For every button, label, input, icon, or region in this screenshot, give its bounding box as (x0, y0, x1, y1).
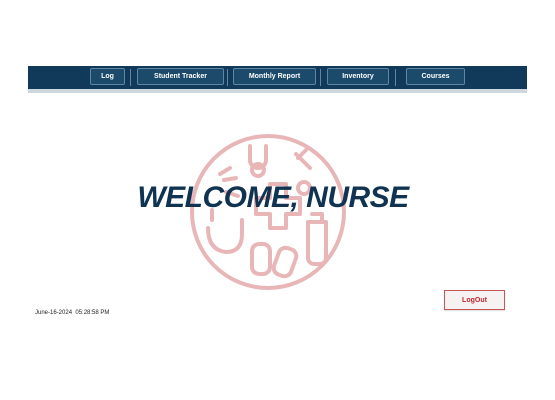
nav-monthly-report-button[interactable]: Monthly Report (233, 68, 316, 85)
nav-courses-button[interactable]: Courses (406, 68, 465, 85)
welcome-heading: WELCOME, NURSE (137, 181, 409, 214)
nav-separator (320, 69, 321, 86)
current-date: June-16-2024 (35, 310, 73, 316)
datetime-display: June-16-2024 05:28:58 PM (35, 310, 109, 316)
nav-inventory-button[interactable]: Inventory (327, 68, 389, 85)
top-navbar: Log Student Tracker Monthly Report Inven… (28, 66, 527, 93)
nav-separator (227, 69, 228, 86)
nav-separator (395, 69, 396, 86)
nav-separator (130, 69, 131, 86)
logout-button[interactable]: LogOut (444, 290, 505, 310)
current-time: 05:28:58 PM (75, 310, 110, 316)
nav-log-button[interactable]: Log (90, 68, 125, 85)
nav-student-tracker-button[interactable]: Student Tracker (137, 68, 224, 85)
